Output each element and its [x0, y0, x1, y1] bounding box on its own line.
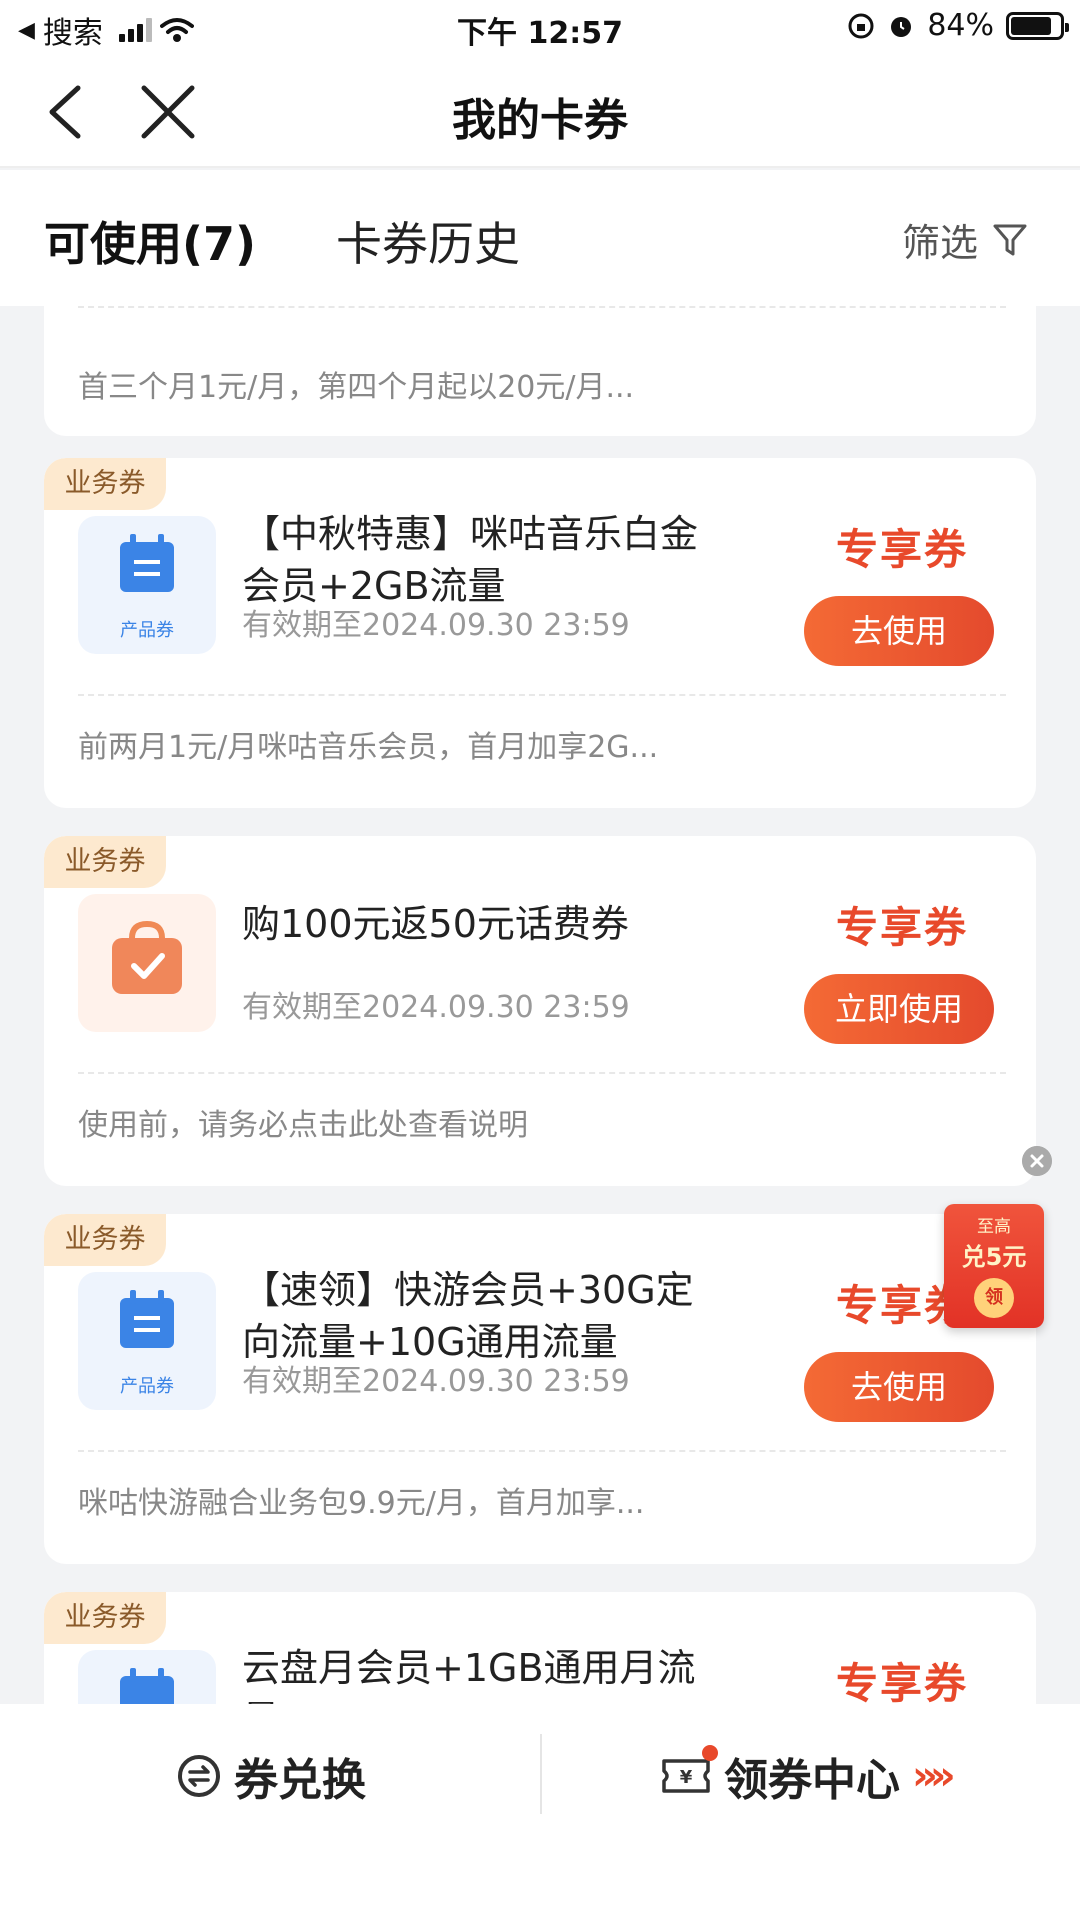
coupon-type-tag: 业务券: [44, 458, 166, 510]
product-coupon-icon: 产品券: [78, 1272, 216, 1410]
coupon-description[interactable]: 首三个月1元/月，第四个月起以20元/月...: [78, 362, 634, 406]
chevron-right-icon: »»: [912, 1753, 956, 1799]
exclusive-badge: 专享券: [835, 1659, 968, 1704]
coupon-description[interactable]: 使用前，请务必点击此处查看说明: [78, 1100, 528, 1144]
filter-icon: [993, 224, 1027, 255]
coupon-card[interactable]: 业务券 产品券 【中秋特惠】咪咕音乐白金会员+2GB流量 有效期至2024.09…: [44, 458, 1036, 808]
coupon-list[interactable]: 首三个月1元/月，第四个月起以20元/月... 业务券 产品券 【中秋特惠】咪咕…: [0, 306, 1080, 1704]
alarm-icon: [891, 16, 912, 37]
float-close-icon[interactable]: [1022, 1146, 1052, 1176]
use-button[interactable]: 去使用: [804, 1352, 994, 1422]
coupon-card[interactable]: 业务券 产品券 【速领】快游会员+30G定向流量+10G通用流量 有效期至202…: [44, 1214, 1036, 1564]
exclusive-badge: 专享券: [835, 525, 968, 574]
coupon-center-button[interactable]: ¥ 领券中心 »»: [660, 1744, 956, 1808]
status-right: 84%: [847, 8, 1069, 43]
shopping-bag-icon: [78, 894, 216, 1032]
coupon-expiry: 有效期至2024.09.30 23:59: [242, 990, 630, 1025]
coupon-type-tag: 业务券: [44, 836, 166, 888]
exchange-icon: [178, 1755, 220, 1797]
status-bar: ◀ 搜索 下午 12:57 84%: [0, 0, 1080, 56]
coupon-center-label: 领券中心: [724, 1755, 900, 1806]
coupon-exchange-button[interactable]: 券兑换: [176, 1744, 366, 1808]
coupon-card[interactable]: 业务券 购100元返50元话费券 有效期至2024.09.30 23:59 专享…: [44, 836, 1036, 1186]
coupon-description[interactable]: 前两月1元/月咪咕音乐会员，首月加享2G...: [78, 722, 658, 766]
coupon-card[interactable]: 业务券 云盘月会员+1GB通用月流量 专享券: [44, 1592, 1036, 1704]
coupon-type-tag: 业务券: [44, 1592, 166, 1644]
coupon-title: 云盘月会员+1GB通用月流量: [242, 1646, 696, 1704]
promo-claim-icon: 领: [974, 1278, 1014, 1318]
tab-bar: 可使用(7) 卡券历史 筛选: [0, 170, 1080, 306]
bottom-divider: [540, 1734, 542, 1814]
notification-dot: [702, 1745, 718, 1761]
card-divider: [78, 1450, 1006, 1452]
coupon-expiry: 有效期至2024.09.30 23:59: [242, 1364, 630, 1399]
product-coupon-icon: 产品券: [78, 516, 216, 654]
filter-button[interactable]: 筛选: [902, 212, 1028, 267]
product-icon-label: 产品券: [120, 1376, 174, 1397]
coupon-description[interactable]: 咪咕快游融合业务包9.9元/月，首月加享...: [78, 1478, 644, 1522]
coupon-type-tag: 业务券: [44, 1214, 166, 1266]
product-coupon-icon: [78, 1650, 216, 1704]
battery-percent: 84%: [927, 8, 994, 43]
tab-history[interactable]: 卡券历史: [336, 208, 520, 274]
promo-line2: 兑5元: [961, 1243, 1027, 1271]
use-now-button[interactable]: 立即使用: [804, 974, 994, 1044]
nav-bar: 我的卡券: [0, 56, 1080, 168]
coupon-title: 购100元返50元话费券: [242, 902, 629, 946]
exclusive-badge: 专享券: [835, 903, 968, 952]
bottom-bar: 券兑换 ¥ 领券中心 »»: [0, 1704, 1080, 1920]
coupon-ticket-icon: ¥: [660, 1745, 718, 1799]
coupon-expiry: 有效期至2024.09.30 23:59: [242, 608, 630, 643]
page-title: 我的卡券: [452, 95, 628, 146]
svg-text:¥: ¥: [680, 1767, 693, 1788]
card-divider: [78, 306, 1006, 308]
floating-promo-badge[interactable]: 至高 兑5元 领: [944, 1204, 1044, 1328]
coupon-card[interactable]: 首三个月1元/月，第四个月起以20元/月...: [44, 306, 1036, 436]
filter-label: 筛选: [901, 221, 978, 265]
coupon-title: 【中秋特惠】咪咕音乐白金会员+2GB流量: [242, 512, 699, 608]
battery-icon: [1006, 11, 1069, 40]
product-icon-label: 产品券: [120, 620, 174, 641]
card-divider: [78, 1072, 1006, 1074]
rotation-lock-icon: [848, 13, 874, 38]
tab-available[interactable]: 可使用(7): [44, 208, 256, 274]
exchange-label: 券兑换: [234, 1755, 366, 1806]
use-button[interactable]: 去使用: [804, 596, 994, 666]
coupon-title: 【速领】快游会员+30G定向流量+10G通用流量: [242, 1268, 694, 1364]
card-divider: [78, 694, 1006, 696]
promo-line1: 至高: [977, 1217, 1011, 1237]
